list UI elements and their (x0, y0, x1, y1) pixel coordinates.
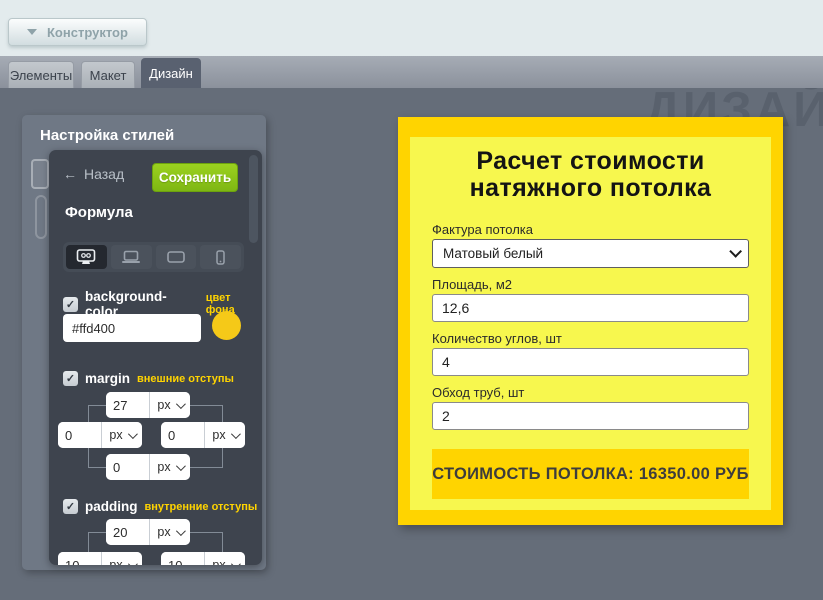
calculator-inner: Расчет стоимости натяжного потолка Факту… (410, 137, 771, 510)
tab-design-label: Дизайн (149, 66, 193, 81)
panel-scrollbar[interactable] (249, 155, 258, 243)
texture-select-value: Матовый белый (443, 246, 543, 261)
style-editor-panel: ← Назад Сохранить Формула (49, 150, 262, 565)
device-tablet-button[interactable] (156, 245, 197, 269)
padding-box-editor: px px px (49, 519, 262, 565)
tab-layout[interactable]: Макет (81, 61, 135, 88)
field-label-texture: Фактура потолка (432, 222, 749, 237)
padding-property-row: ✓ padding внутренние отступы (63, 499, 257, 514)
calculator-title-line1: Расчет стоимости (432, 148, 749, 175)
hidden-list-item (35, 195, 47, 239)
margin-property-row: ✓ margin внешние отступы (63, 371, 234, 386)
styles-settings-panel: Настройка стилей ← Назад Сохранить Форму… (22, 115, 266, 570)
tab-strip: Элементы Макет Дизайн (0, 56, 823, 88)
padding-right-unit-select[interactable]: px (205, 552, 245, 565)
chevron-down-icon (729, 245, 742, 258)
margin-left-unit-select[interactable]: px (102, 422, 142, 448)
chevron-down-icon (128, 429, 138, 439)
padding-left-unit: px (58, 552, 142, 565)
margin-top-unit: px (106, 392, 190, 418)
tab-layout-label: Макет (90, 68, 127, 83)
unit-label: px (212, 428, 225, 442)
field-label-area: Площадь, м2 (432, 277, 749, 292)
save-button[interactable]: Сохранить (152, 163, 238, 192)
phone-icon (216, 250, 225, 265)
tab-design[interactable]: Дизайн (141, 58, 201, 88)
calculator-title: Расчет стоимости натяжного потолка (432, 148, 749, 202)
chevron-down-icon (176, 399, 186, 409)
unit-label: px (157, 525, 170, 539)
margin-top-input[interactable] (106, 392, 150, 418)
area-input[interactable] (432, 294, 749, 322)
padding-top-input[interactable] (106, 519, 150, 545)
chevron-down-icon (176, 461, 186, 471)
element-name: Формула (65, 204, 133, 221)
unit-label: px (109, 558, 122, 565)
padding-right-unit: px (161, 552, 245, 565)
margin-checkbox[interactable]: ✓ (63, 371, 78, 386)
back-label: Назад (84, 166, 124, 182)
unit-label: px (109, 428, 122, 442)
margin-right-unit-select[interactable]: px (205, 422, 245, 448)
margin-bottom-unit-select[interactable]: px (150, 454, 190, 480)
padding-top-unit-select[interactable]: px (150, 519, 190, 545)
chevron-down-icon (176, 526, 186, 536)
margin-right-unit: px (161, 422, 245, 448)
price-result-bar: СТОИМОСТЬ ПОТОЛКА: 16350.00 РУБ (432, 449, 749, 499)
top-bar: Конструктор (0, 0, 823, 56)
hidden-list-item (31, 159, 49, 189)
property-name: padding (85, 499, 138, 514)
chevron-down-icon (231, 429, 241, 439)
dropdown-triangle-icon (27, 29, 37, 35)
tablet-icon (167, 251, 185, 263)
texture-select[interactable]: Матовый белый (432, 239, 749, 268)
background-color-checkbox[interactable]: ✓ (63, 297, 78, 312)
constructor-menu-button[interactable]: Конструктор (8, 18, 147, 46)
desktop-icon (76, 249, 96, 265)
field-label-pipes: Обход труб, шт (432, 385, 749, 400)
laptop-icon (121, 250, 141, 264)
field-label-corners: Количество углов, шт (432, 331, 749, 346)
property-hint: внешние отступы (137, 373, 234, 385)
device-phone-button[interactable] (200, 245, 241, 269)
padding-right-input[interactable] (161, 552, 205, 565)
margin-right-input[interactable] (161, 422, 205, 448)
calculator-widget: Расчет стоимости натяжного потолка Факту… (398, 117, 783, 525)
padding-checkbox[interactable]: ✓ (63, 499, 78, 514)
corners-input[interactable] (432, 348, 749, 376)
margin-left-unit: px (58, 422, 142, 448)
constructor-label: Конструктор (47, 25, 128, 40)
chevron-down-icon (231, 559, 241, 565)
chevron-down-icon (128, 559, 138, 565)
design-canvas: ДИЗАЙН Настройка стилей ← Назад Сохранит… (0, 88, 823, 600)
tab-elements-label: Элементы (10, 68, 72, 83)
calculator-title-line2: натяжного потолка (432, 175, 749, 202)
color-swatch[interactable] (212, 311, 241, 340)
margin-bottom-unit: px (106, 454, 190, 480)
panel-title: Настройка стилей (40, 127, 174, 144)
device-switcher (63, 242, 244, 272)
tab-elements[interactable]: Элементы (8, 61, 74, 88)
property-name: margin (85, 371, 130, 386)
device-desktop-button[interactable] (66, 245, 107, 269)
back-arrow-icon: ← (63, 166, 77, 182)
margin-box-editor: px px px (49, 392, 262, 482)
background-color-value-input[interactable] (63, 314, 201, 342)
unit-label: px (157, 398, 170, 412)
margin-top-unit-select[interactable]: px (150, 392, 190, 418)
margin-left-input[interactable] (58, 422, 102, 448)
padding-left-unit-select[interactable]: px (102, 552, 142, 565)
back-button[interactable]: ← Назад (63, 166, 124, 182)
padding-top-unit: px (106, 519, 190, 545)
unit-label: px (157, 460, 170, 474)
padding-left-input[interactable] (58, 552, 102, 565)
device-laptop-button[interactable] (111, 245, 152, 269)
pipes-input[interactable] (432, 402, 749, 430)
margin-bottom-input[interactable] (106, 454, 150, 480)
property-hint: внутренние отступы (145, 501, 258, 513)
unit-label: px (212, 558, 225, 565)
